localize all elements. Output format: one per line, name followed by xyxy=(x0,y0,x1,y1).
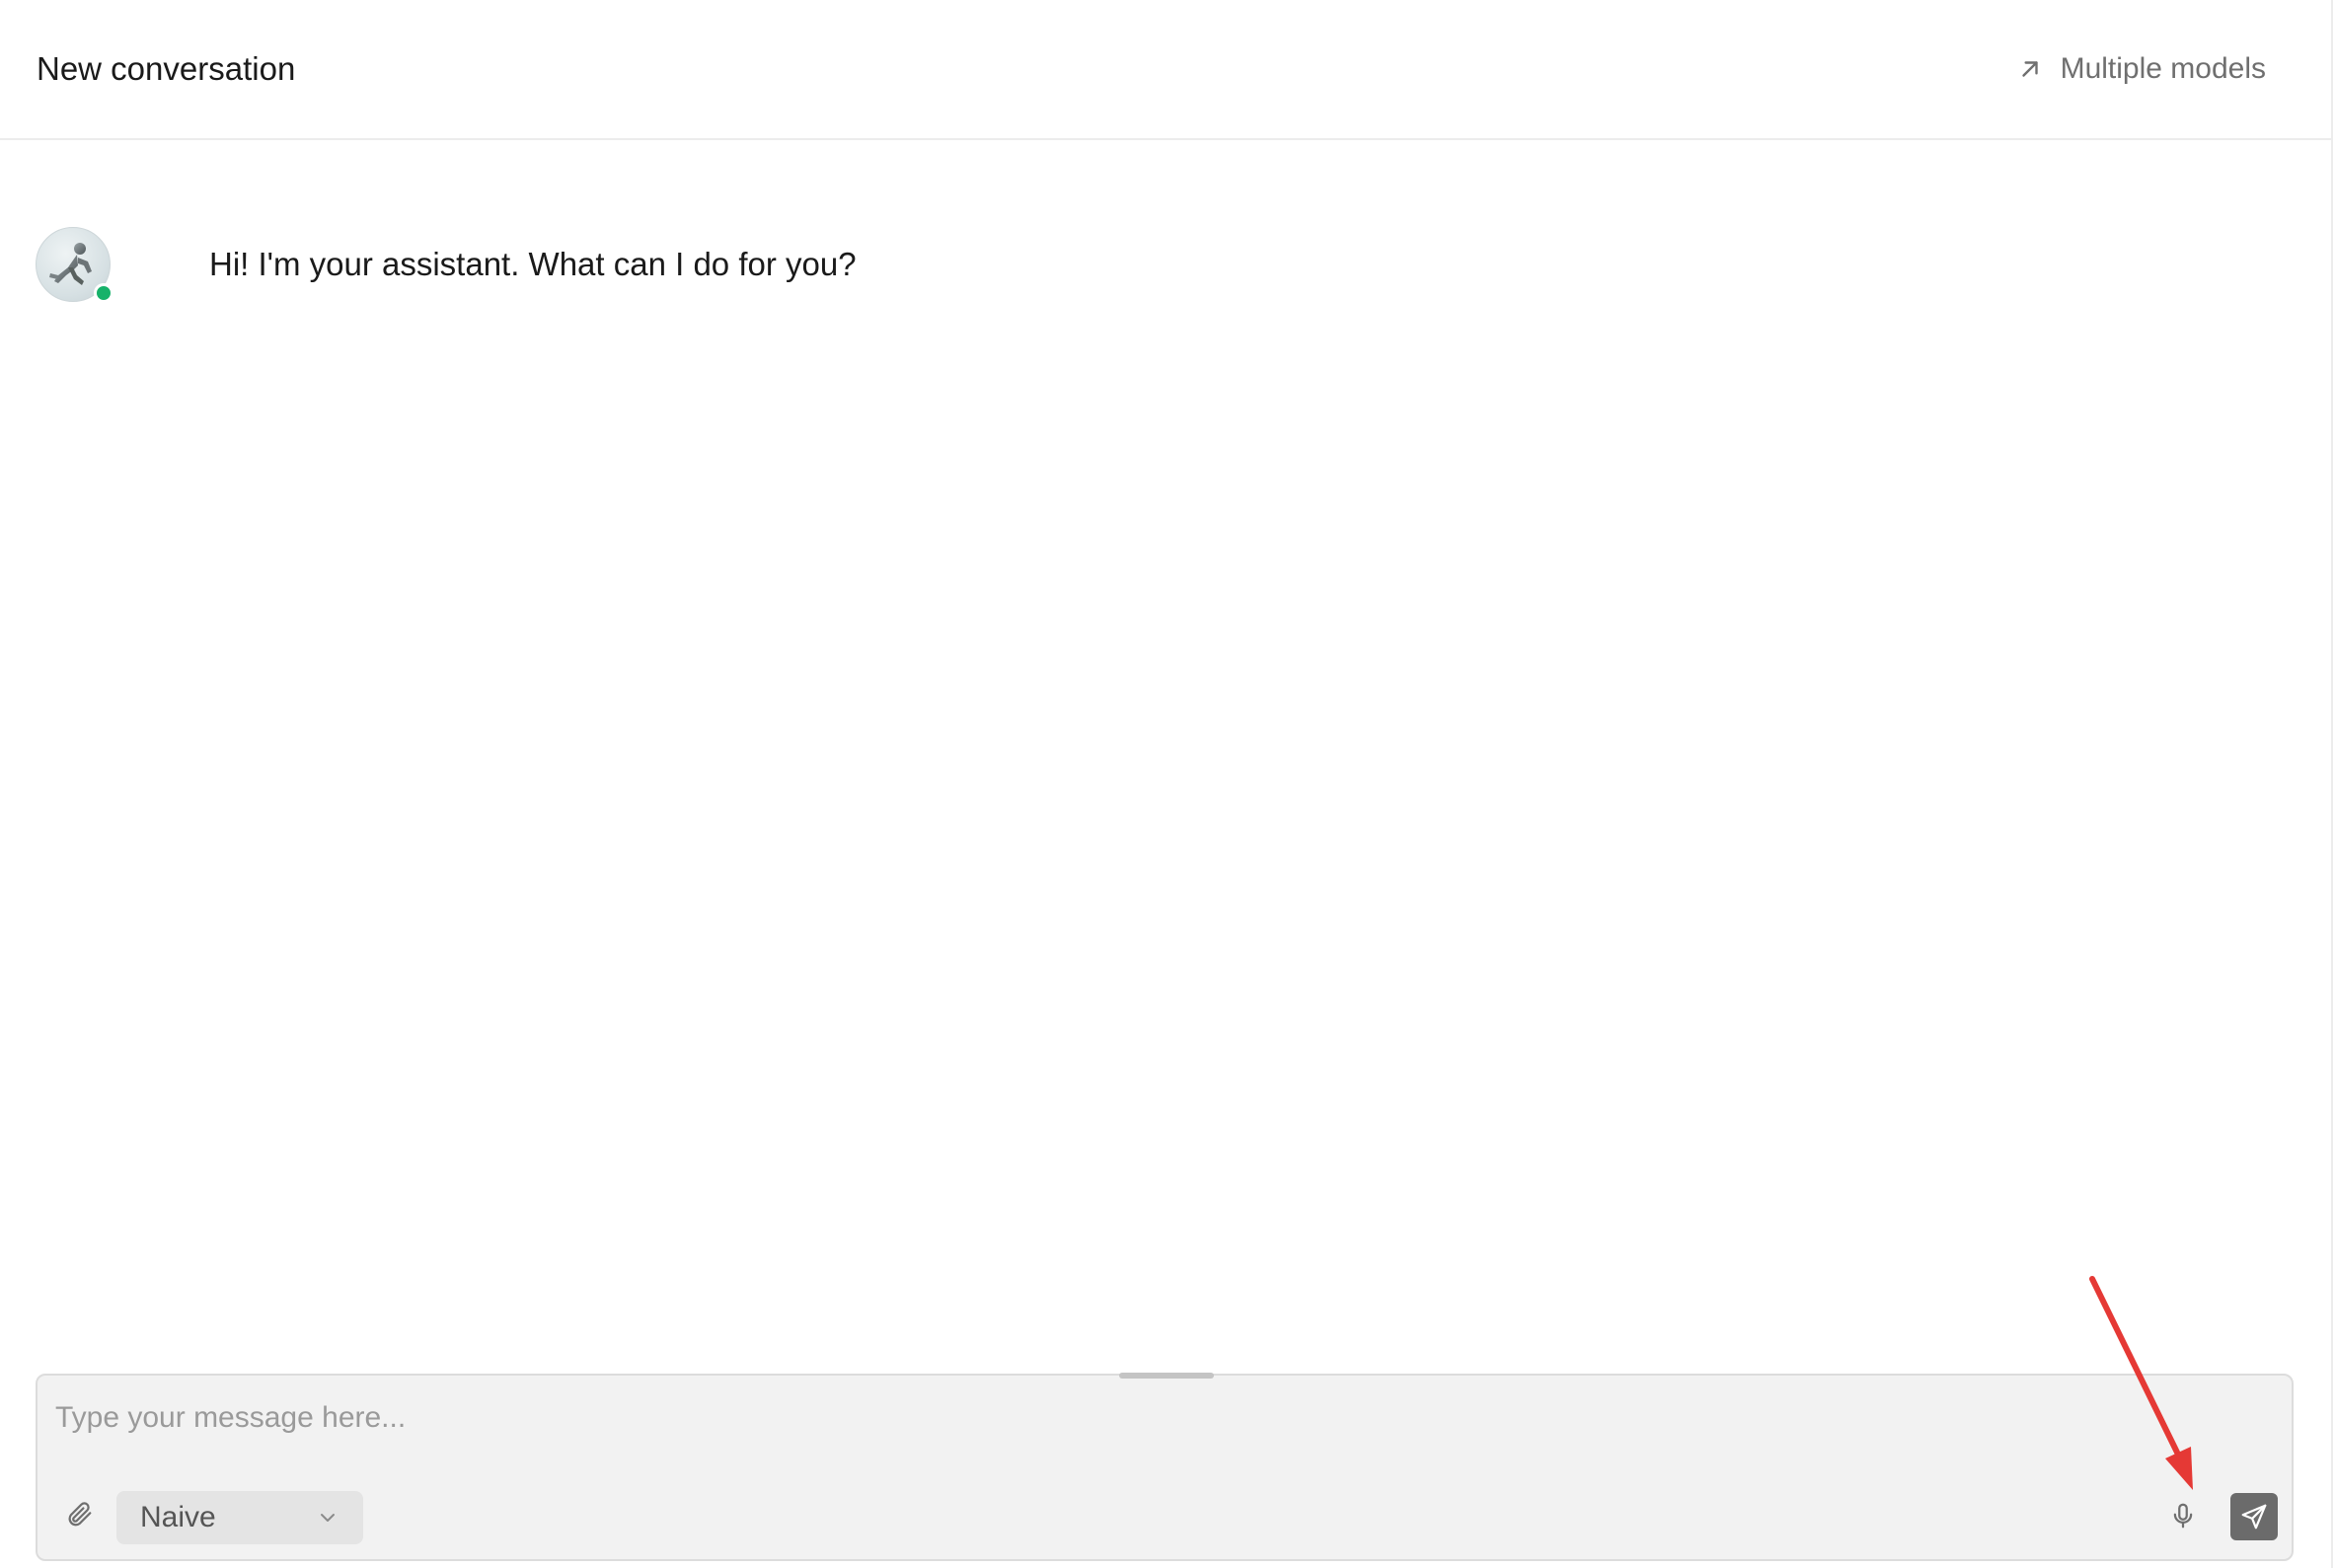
robot-figure-icon xyxy=(49,243,92,285)
microphone-button[interactable] xyxy=(2163,1496,2203,1535)
attach-button[interactable] xyxy=(61,1496,97,1531)
mode-selected-label: Naive xyxy=(140,1501,216,1533)
message-input[interactable] xyxy=(55,1393,2226,1443)
multiple-models-button[interactable]: Multiple models xyxy=(2017,47,2266,91)
page-title: New conversation xyxy=(37,50,296,87)
microphone-icon xyxy=(2173,1503,2193,1529)
send-icon xyxy=(2241,1504,2267,1530)
assistant-avatar xyxy=(36,227,113,303)
assistant-message: Hi! I'm your assistant. What can I do fo… xyxy=(36,227,857,303)
online-status-dot xyxy=(94,283,113,303)
send-button[interactable] xyxy=(2230,1493,2278,1540)
chevron-down-icon xyxy=(321,1514,335,1522)
arrow-up-right-icon xyxy=(2021,61,2038,77)
mode-dropdown[interactable]: Naive xyxy=(116,1491,363,1544)
paperclip-icon xyxy=(68,1502,92,1527)
right-border xyxy=(2331,0,2333,1568)
resize-handle[interactable] xyxy=(1119,1373,1214,1379)
header: New conversation Multiple models xyxy=(0,0,2331,140)
message-composer: Naive xyxy=(36,1373,2294,1561)
message-text: Hi! I'm your assistant. What can I do fo… xyxy=(209,246,857,282)
chat-app: New conversation Multiple models Hi! I'm… xyxy=(0,0,2335,1568)
multiple-models-label: Multiple models xyxy=(2060,52,2266,85)
